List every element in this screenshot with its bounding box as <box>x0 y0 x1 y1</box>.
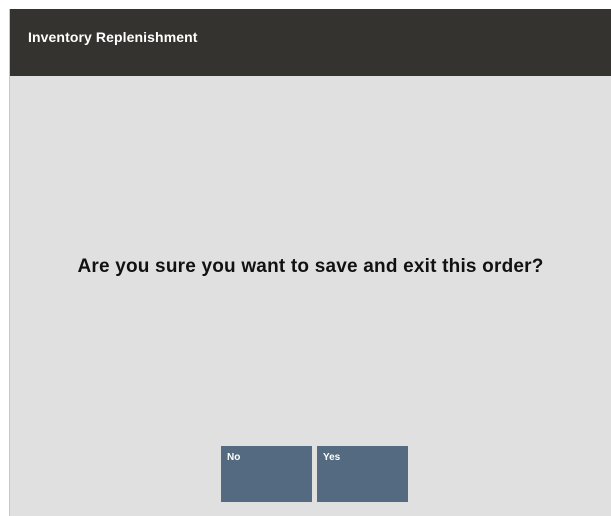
confirmation-message: Are you sure you want to save and exit t… <box>77 256 544 277</box>
title-bar: Inventory Replenishment <box>10 9 611 76</box>
yes-button-label: Yes <box>323 452 341 463</box>
app-window: Inventory Replenishment Are you sure you… <box>9 9 611 516</box>
window-title: Inventory Replenishment <box>28 29 198 45</box>
no-button[interactable]: No <box>221 446 312 502</box>
yes-button[interactable]: Yes <box>317 446 408 502</box>
no-button-label: No <box>227 452 241 463</box>
